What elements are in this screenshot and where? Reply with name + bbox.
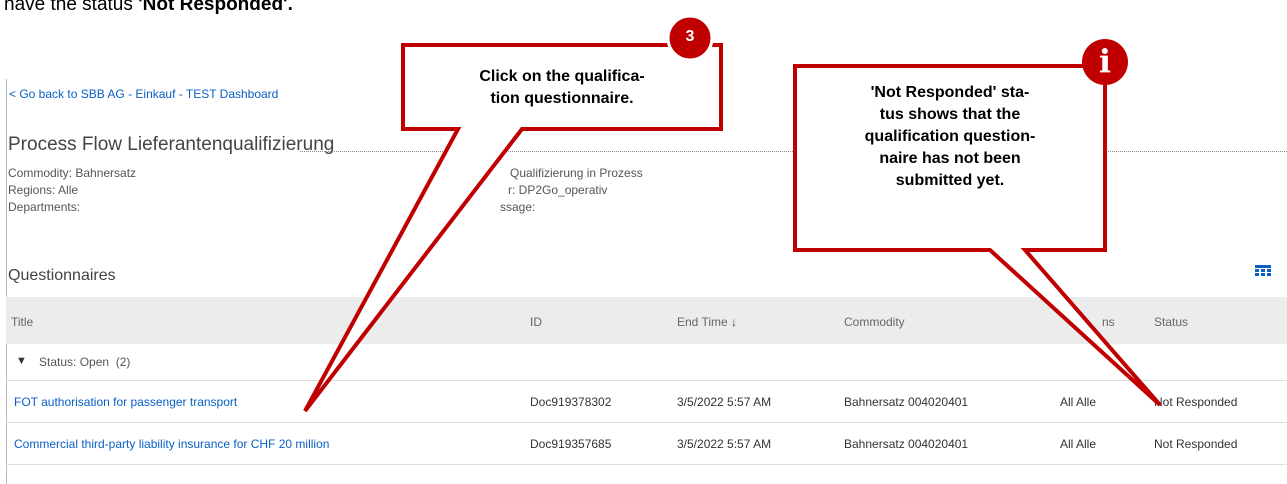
callout-info-line4: naire has not been xyxy=(879,150,1021,167)
callout-info-line1: 'Not Responded' sta- xyxy=(870,84,1030,101)
callout-step-3-line1: Click on the qualifica- xyxy=(479,68,645,85)
callout-info-line2: tus shows that the xyxy=(879,106,1021,123)
info-icon: i xyxy=(1098,42,1112,80)
callout-info-line5: submitted yet. xyxy=(895,172,1005,189)
callout-step-3-line2: tion questionnaire. xyxy=(490,90,634,107)
step-3-badge-number: 3 xyxy=(685,28,695,45)
callout-info-text: 'Not Responded' sta- tus shows that the … xyxy=(800,82,1100,192)
callout-info-line3: qualification question- xyxy=(864,128,1036,145)
callout-step-3-text: Click on the qualifica- tion questionnai… xyxy=(408,66,716,110)
